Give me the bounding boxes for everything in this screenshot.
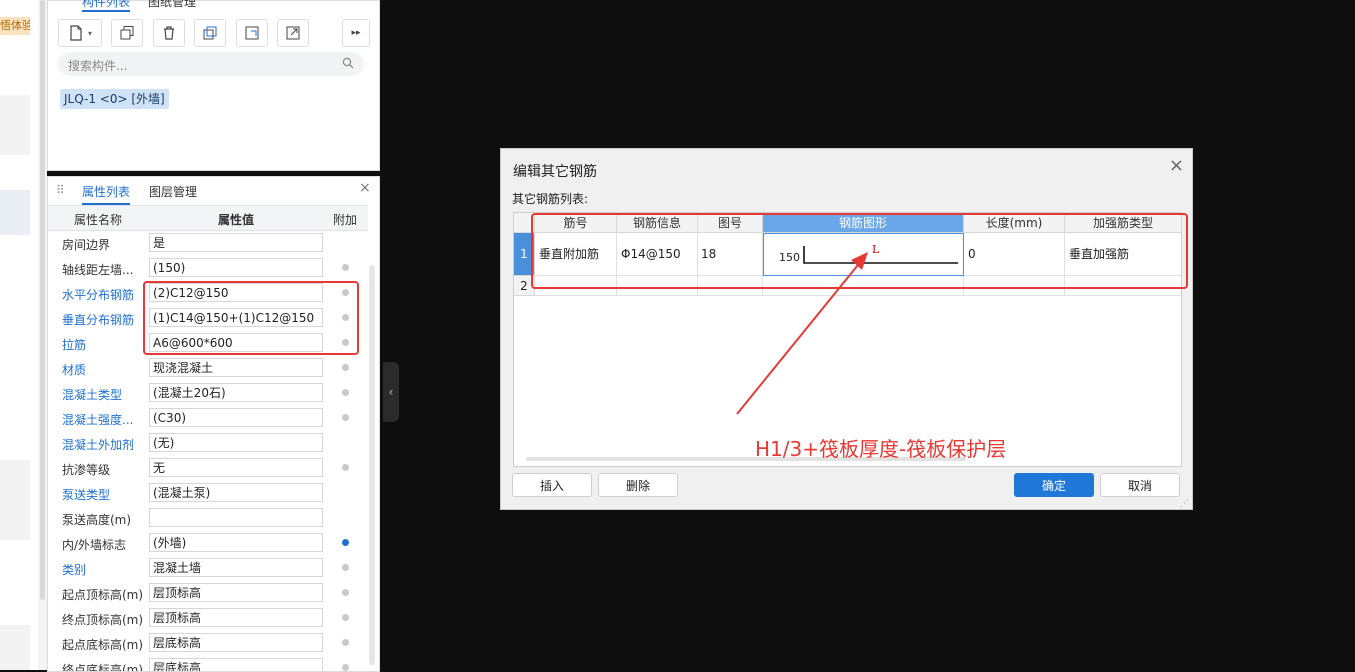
annotation-arrow [736, 252, 868, 415]
annotation-text: H1/3+筏板厚度-筏板保护层 [755, 437, 1007, 461]
